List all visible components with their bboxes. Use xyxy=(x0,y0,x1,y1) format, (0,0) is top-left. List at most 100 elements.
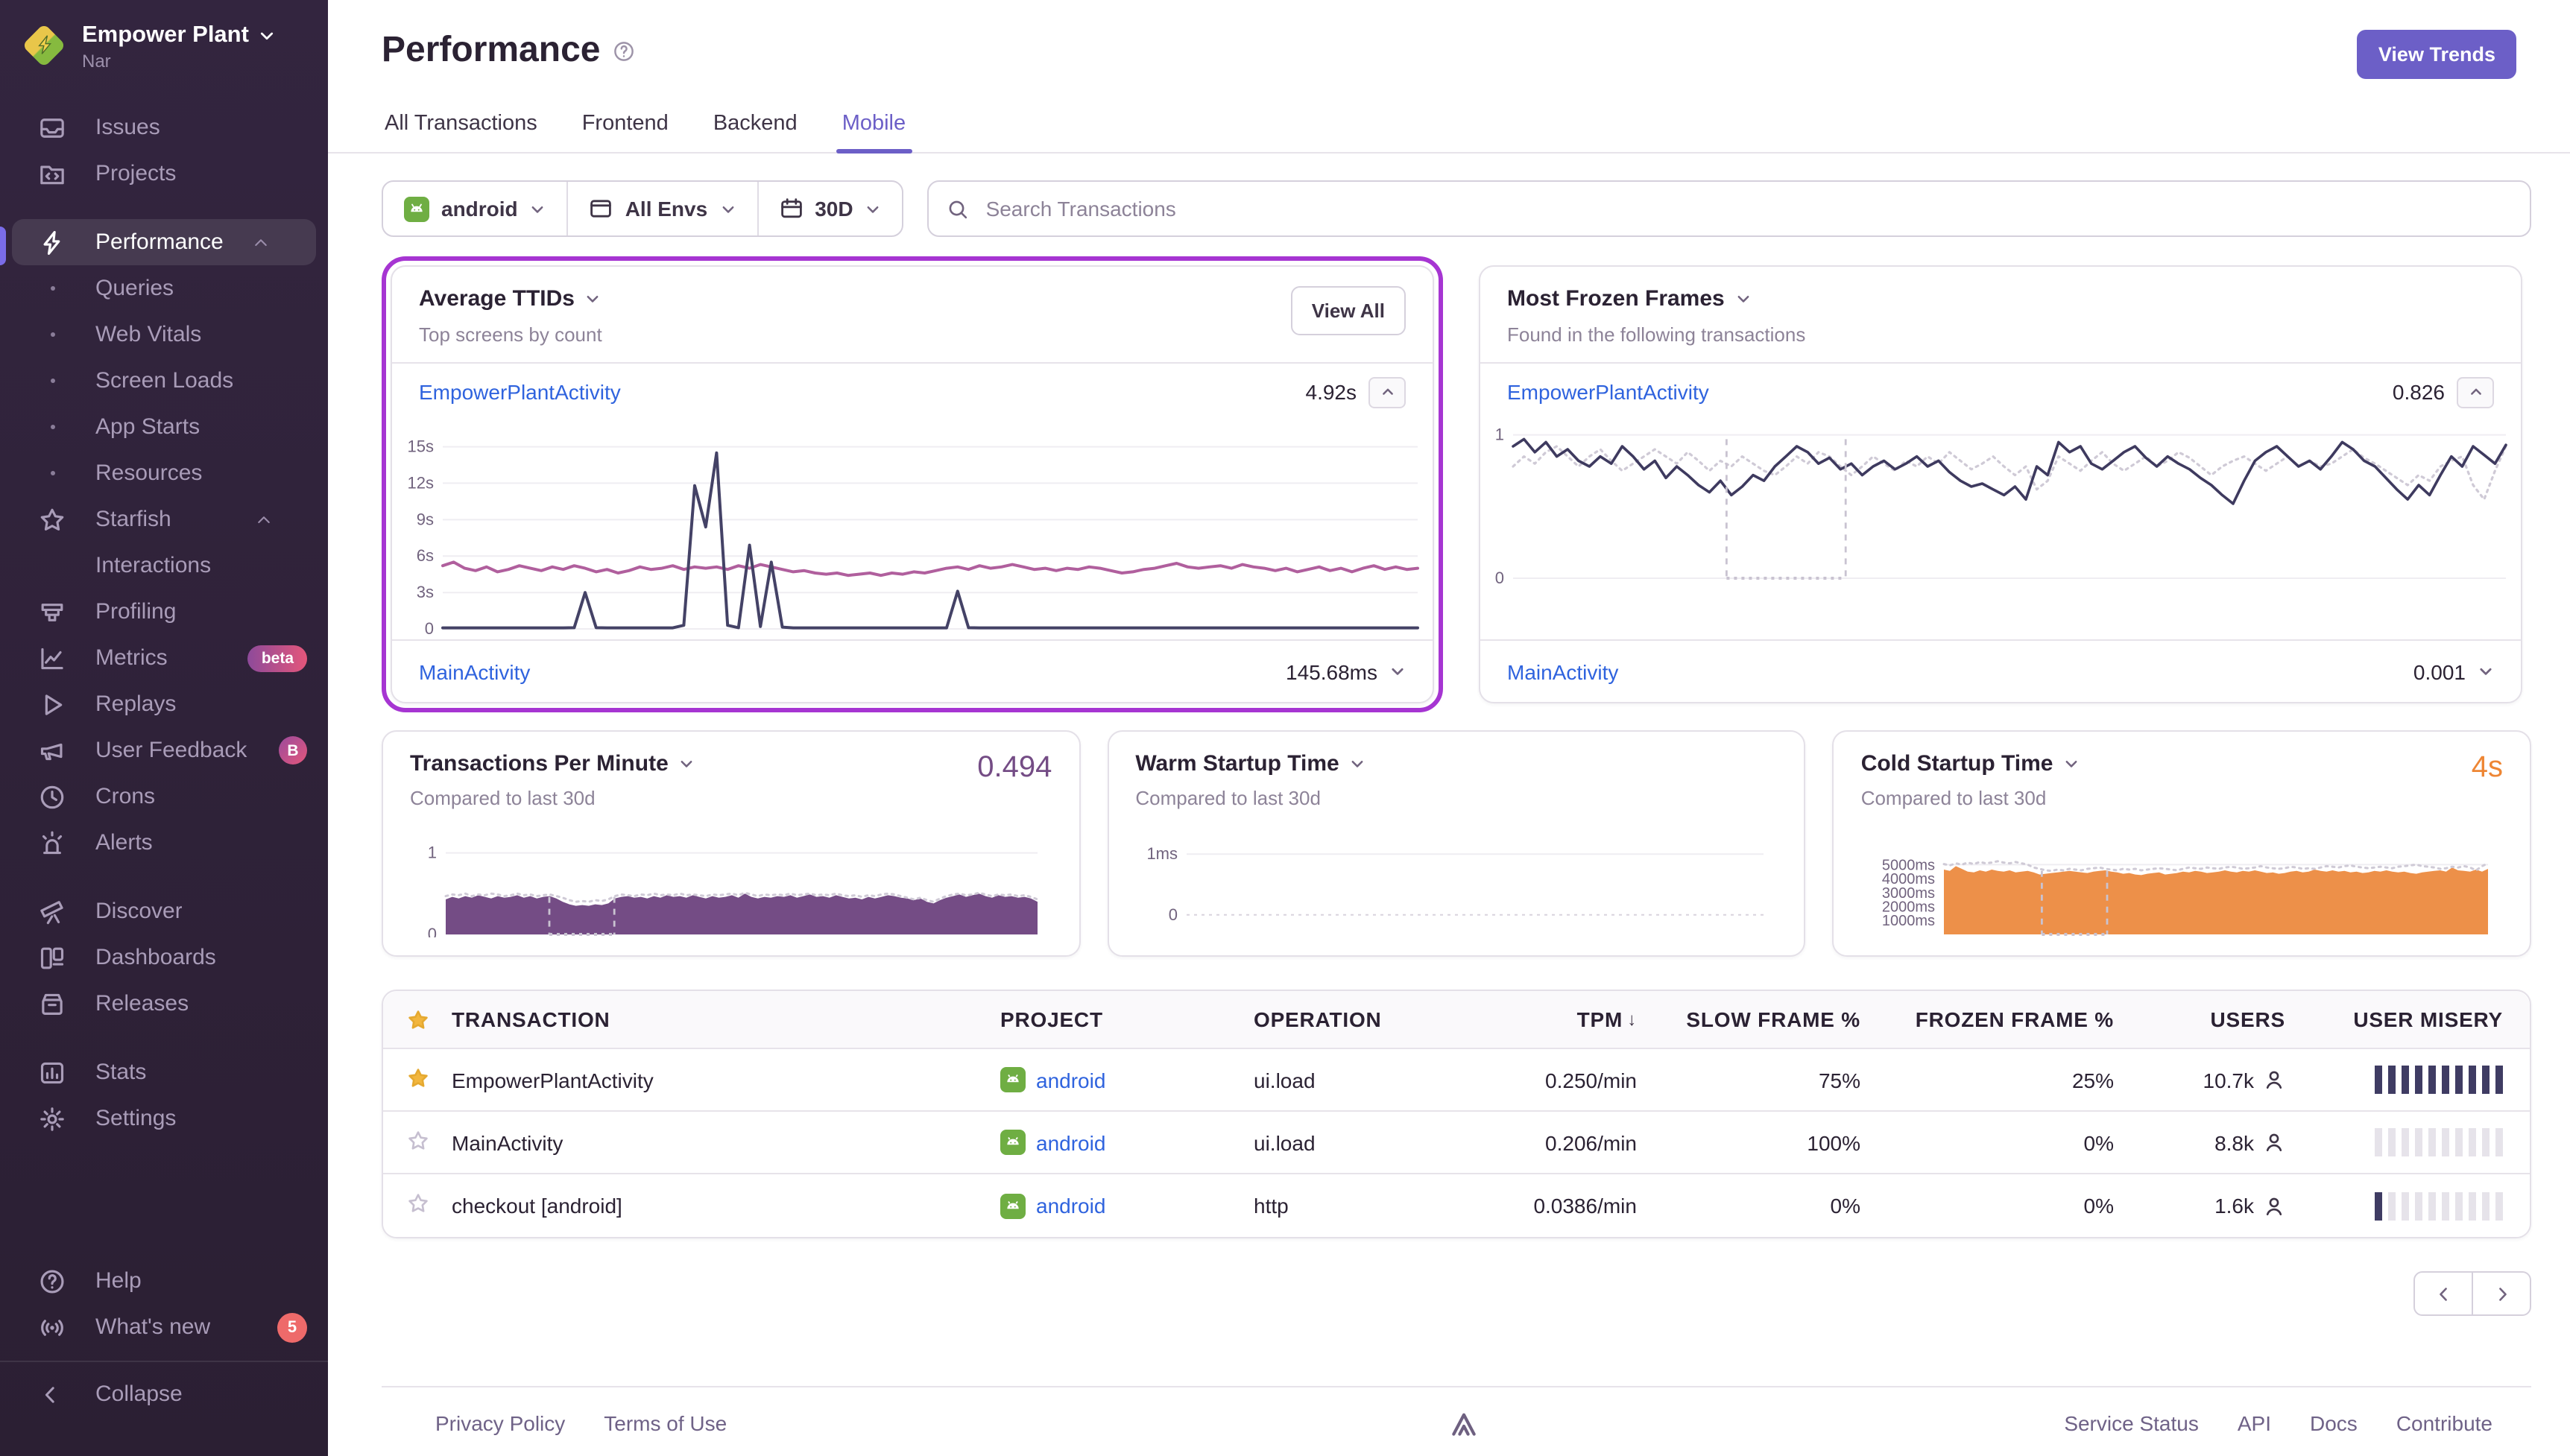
cold-startup-title[interactable]: Cold Startup Time xyxy=(1861,751,2053,776)
transaction-link[interactable]: EmpowerPlantActivity xyxy=(452,1068,1000,1092)
window-icon xyxy=(590,197,613,221)
sidebar-item-discover[interactable]: Discover xyxy=(0,888,328,934)
transaction-link[interactable]: EmpowerPlantActivity xyxy=(1507,380,1709,404)
org-switcher[interactable]: Empower Plant Nar xyxy=(0,0,328,86)
sidebar-item-starfish[interactable]: Starfish xyxy=(0,496,328,542)
transaction-link[interactable]: MainActivity xyxy=(419,659,530,683)
project-link[interactable]: android xyxy=(1036,1068,1105,1092)
column-header-misery[interactable]: USER MISERY xyxy=(2312,1007,2530,1031)
avg-ttids-subtitle: Top screens by count xyxy=(419,323,602,346)
view-all-button[interactable]: View All xyxy=(1291,286,1406,335)
column-header-project[interactable]: PROJECT xyxy=(1000,1007,1254,1031)
tab-mobile[interactable]: Mobile xyxy=(839,112,909,152)
favorite-star[interactable] xyxy=(406,1192,429,1219)
sidebar-collapse-button[interactable]: Collapse xyxy=(0,1361,328,1426)
transaction-link[interactable]: EmpowerPlantActivity xyxy=(419,380,621,404)
metric-value: 0.826 xyxy=(2393,380,2445,404)
misery-bar xyxy=(2388,1128,2396,1156)
sidebar-item-profiling[interactable]: Profiling xyxy=(0,589,328,635)
sidebar-item-queries[interactable]: Queries xyxy=(0,265,328,311)
tab-backend[interactable]: Backend xyxy=(710,112,801,152)
expand-row-button[interactable] xyxy=(1389,663,1406,680)
sidebar-item-crons[interactable]: Crons xyxy=(0,773,328,820)
sidebar-item-dashboards[interactable]: Dashboards xyxy=(0,934,328,981)
column-header-operation[interactable]: OPERATION xyxy=(1254,1007,1477,1031)
sidebar-item-label: Interactions xyxy=(95,553,211,578)
sidebar-item-app-starts[interactable]: App Starts xyxy=(0,404,328,450)
tab-all-transactions[interactable]: All Transactions xyxy=(382,112,540,152)
android-project-icon xyxy=(1000,1067,1026,1092)
sidebar-item-screen-loads[interactable]: Screen Loads xyxy=(0,358,328,404)
next-page-button[interactable] xyxy=(2472,1271,2531,1316)
chevron-down-icon xyxy=(1735,291,1752,307)
footer-link-privacy-policy[interactable]: Privacy Policy xyxy=(435,1411,565,1435)
frozen-frames-chart[interactable]: 10 xyxy=(1480,420,2521,638)
sidebar-item-releases[interactable]: Releases xyxy=(0,981,328,1027)
environment-filter[interactable]: All Envs xyxy=(567,182,757,235)
avg-ttids-title[interactable]: Average TTIDs xyxy=(419,286,575,311)
project-link[interactable]: android xyxy=(1036,1194,1105,1218)
favorite-star[interactable] xyxy=(406,1066,429,1093)
project-link[interactable]: android xyxy=(1036,1130,1105,1154)
transaction-link[interactable]: MainActivity xyxy=(1507,659,1618,683)
question-circle-icon[interactable] xyxy=(612,39,634,62)
sidebar-item-projects[interactable]: Projects xyxy=(0,151,328,197)
sidebar-item-replays[interactable]: Replays xyxy=(0,681,328,727)
view-trends-button[interactable]: View Trends xyxy=(2358,30,2516,79)
svg-text:12s: 12s xyxy=(408,473,434,492)
footer-link-service-status[interactable]: Service Status xyxy=(2064,1411,2199,1435)
column-header-tpm[interactable]: TPM↓ xyxy=(1477,1007,1664,1031)
sidebar-item-settings[interactable]: Settings xyxy=(0,1095,328,1142)
sidebar-item-issues[interactable]: Issues xyxy=(0,104,328,151)
archive-icon xyxy=(39,990,66,1017)
footer-link-api[interactable]: API xyxy=(2238,1411,2271,1435)
sidebar-item-web-vitals[interactable]: Web Vitals xyxy=(0,311,328,358)
sidebar-item-user-feedback[interactable]: User FeedbackB xyxy=(0,727,328,773)
tpm-chart[interactable]: 10 xyxy=(410,842,1052,937)
page-filters: android All Envs 30D xyxy=(382,180,904,237)
date-range-filter[interactable]: 30D xyxy=(757,182,902,235)
footer-link-terms-of-use[interactable]: Terms of Use xyxy=(604,1411,727,1435)
sidebar-item-performance[interactable]: Performance xyxy=(12,219,316,265)
warm-startup-chart[interactable]: 1ms0 xyxy=(1135,842,1777,937)
sidebar-item-help[interactable]: Help xyxy=(0,1258,328,1304)
previous-page-button[interactable] xyxy=(2413,1271,2473,1316)
sidebar-item-interactions[interactable]: Interactions xyxy=(0,542,328,589)
footer-link-docs[interactable]: Docs xyxy=(2310,1411,2358,1435)
column-header-frozen[interactable]: FROZEN FRAME % xyxy=(1887,1007,2141,1031)
tab-frontend[interactable]: Frontend xyxy=(579,112,672,152)
sidebar-item-what-s-new[interactable]: What's new5 xyxy=(0,1304,328,1350)
tpm-title[interactable]: Transactions Per Minute xyxy=(410,751,669,776)
collapse-row-button[interactable] xyxy=(1368,376,1406,408)
column-header-transaction[interactable]: TRANSACTION xyxy=(452,1007,1000,1031)
search-input[interactable] xyxy=(983,195,2512,222)
sidebar-item-label: Starfish xyxy=(95,507,171,532)
avg-ttids-chart[interactable]: 15s12s9s6s3s0 xyxy=(392,420,1433,638)
warm-startup-title[interactable]: Warm Startup Time xyxy=(1135,751,1339,776)
favorite-star[interactable] xyxy=(406,1129,429,1156)
collapse-row-button[interactable] xyxy=(2457,376,2494,408)
tpm-cell: 0.0386/min xyxy=(1477,1194,1664,1218)
column-header-slow[interactable]: SLOW FRAME % xyxy=(1664,1007,1887,1031)
cold-startup-chart[interactable]: 5000ms4000ms3000ms2000ms1000ms xyxy=(1861,842,2503,937)
footer-link-contribute[interactable]: Contribute xyxy=(2396,1411,2492,1435)
sidebar-item-stats[interactable]: Stats xyxy=(0,1049,328,1095)
what-s-new-badge: 5 xyxy=(277,1312,307,1342)
sidebar-group: StatsSettings xyxy=(0,1049,328,1142)
star-outline-icon xyxy=(406,1129,429,1151)
frozen-frames-title[interactable]: Most Frozen Frames xyxy=(1507,286,1725,311)
sidebar-item-resources[interactable]: Resources xyxy=(0,450,328,496)
transaction-link[interactable]: checkout [android] xyxy=(452,1194,1000,1218)
expand-row-button[interactable] xyxy=(2478,663,2494,680)
table-header: TRANSACTIONPROJECTOPERATIONTPM↓SLOW FRAM… xyxy=(383,991,2530,1049)
siren-icon xyxy=(39,829,66,856)
sidebar-item-metrics[interactable]: Metricsbeta xyxy=(0,635,328,681)
misery-bar xyxy=(2375,1066,2382,1094)
sentry-logo-icon[interactable] xyxy=(1447,1407,1480,1440)
sidebar-bottom: HelpWhat's new5 xyxy=(0,1258,328,1361)
sidebar-item-alerts[interactable]: Alerts xyxy=(0,820,328,866)
sidebar: Empower Plant Nar IssuesProjects Performa… xyxy=(0,0,328,1456)
project-filter[interactable]: android xyxy=(383,182,567,235)
transaction-link[interactable]: MainActivity xyxy=(452,1130,1000,1154)
column-header-users[interactable]: USERS xyxy=(2141,1007,2312,1031)
